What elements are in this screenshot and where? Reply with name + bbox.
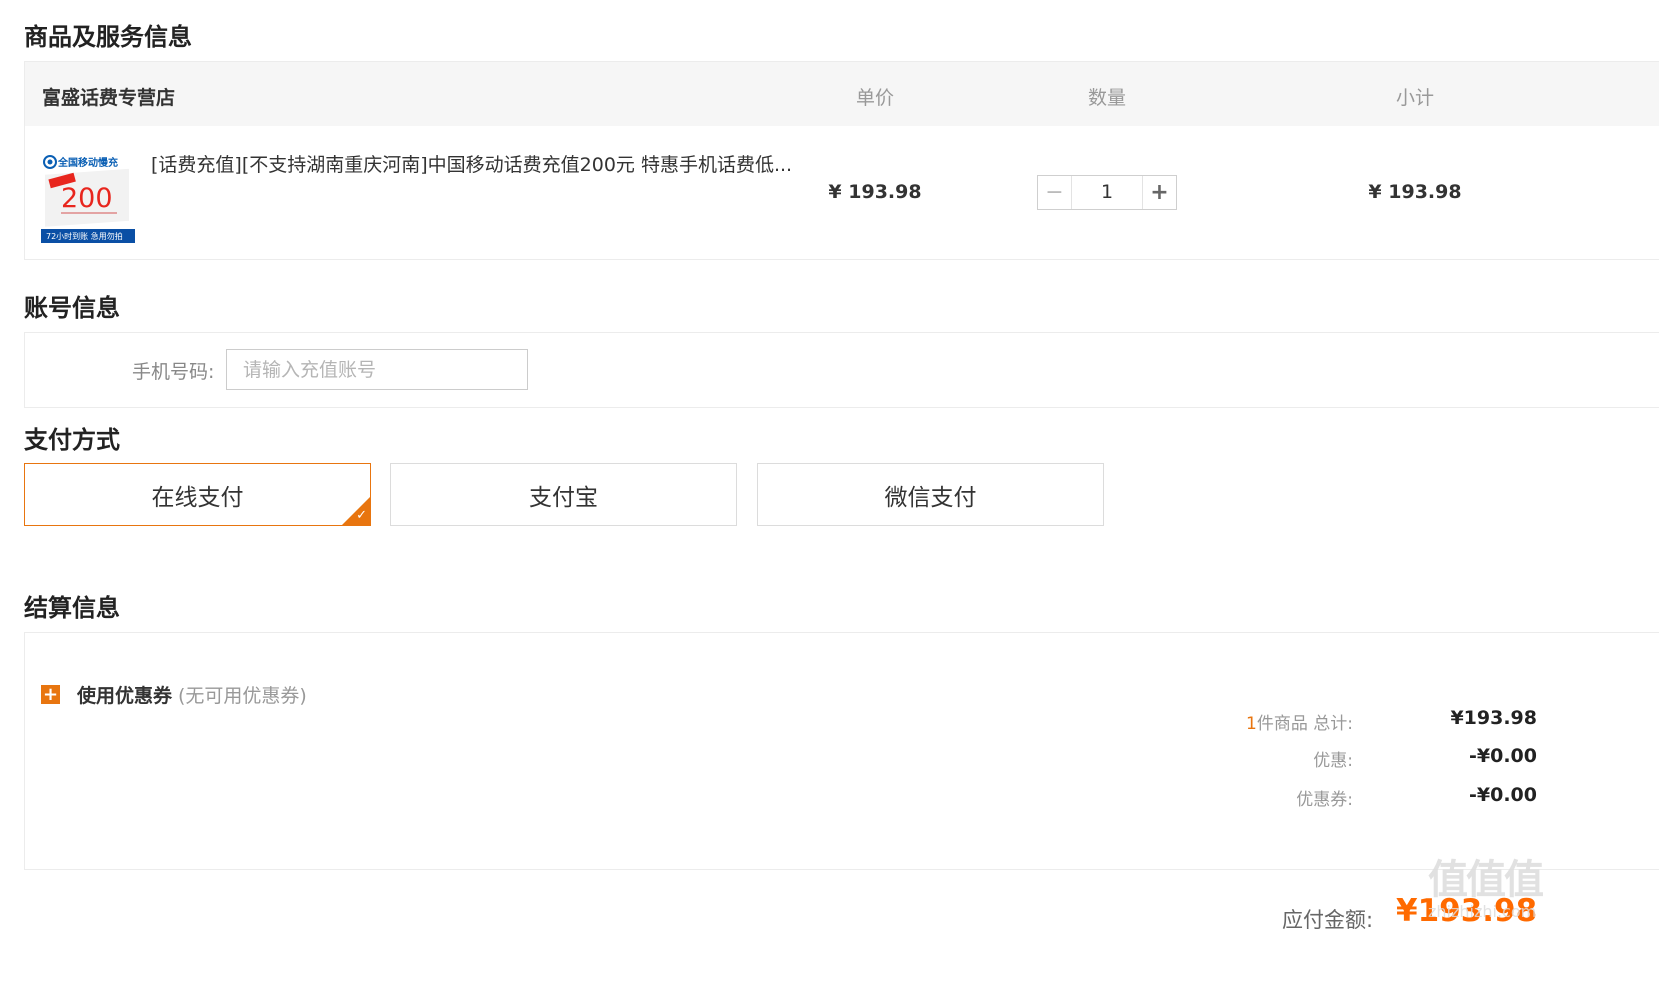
pay-option-wechat[interactable]: 微信支付 (757, 463, 1104, 526)
account-box: 手机号码: (24, 332, 1659, 408)
goods-table-header: 富盛话费专营店 单价 数量 小计 (25, 62, 1659, 126)
item-count: 1 (1246, 714, 1257, 734)
subtotal-header: 小计 (1395, 87, 1434, 109)
pay-option-alipay-label: 支付宝 (529, 484, 598, 511)
pay-option-online-label: 在线支付 (151, 484, 244, 511)
total-label-text: 件商品 总计: (1256, 714, 1353, 734)
product-thumbnail[interactable]: 全国移动慢充 200 72小时到账 急用勿拍 (41, 151, 135, 243)
plus-icon: + (41, 684, 60, 705)
goods-table: 富盛话费专营店 单价 数量 小计 全国移动慢充 200 72小时到账 急用勿拍 … (24, 61, 1659, 260)
quantity-input[interactable]: 1 (1071, 176, 1143, 209)
quantity-increase-button[interactable]: + (1143, 176, 1176, 209)
check-icon: ✓ (356, 508, 367, 523)
pay-option-online[interactable]: 在线支付 ✓ (24, 463, 371, 526)
phone-input[interactable] (226, 349, 528, 390)
product-name-link[interactable]: [话费充值][不支持湖南重庆河南]中国移动话费充值200元 特惠手机话费低... (151, 150, 792, 177)
total-label: 1件商品 总计: (1246, 709, 1353, 734)
watermark-text: 值值值 (1428, 857, 1544, 903)
account-section-title: 账号信息 (24, 294, 120, 322)
goods-row: 全国移动慢充 200 72小时到账 急用勿拍 [话费充值][不支持湖南重庆河南]… (25, 126, 1659, 260)
shop-name[interactable]: 富盛话费专营店 (42, 83, 175, 110)
coupon-discount-label: 优惠券: (1296, 790, 1353, 810)
subtotal: ¥ 193.98 (1368, 181, 1462, 203)
discount-value: -¥0.00 (1469, 745, 1537, 767)
coupon-note: (无可用优惠券) (178, 685, 307, 707)
quantity-header: 数量 (1087, 87, 1126, 109)
settlement-box: + 使用优惠券 (无可用优惠券) (24, 632, 1659, 870)
coupon-toggle[interactable]: + 使用优惠券 (无可用优惠券) (41, 681, 307, 708)
quantity-decrease-button[interactable]: − (1038, 176, 1071, 209)
settlement-section-title: 结算信息 (24, 594, 120, 622)
phone-label: 手机号码: (132, 361, 215, 383)
watermark-domain: zhizhizhi.com (1428, 902, 1537, 921)
payable-label: 应付金额: (1282, 908, 1374, 932)
unit-price: ¥ 193.98 (828, 181, 922, 203)
pay-option-alipay[interactable]: 支付宝 (390, 463, 737, 526)
pay-option-wechat-label: 微信支付 (884, 484, 977, 511)
unit-price-header: 单价 (855, 87, 894, 109)
payment-section-title: 支付方式 (24, 426, 120, 454)
thumb-tag-text: 72小时到账 急用勿拍 (46, 231, 123, 241)
watermark-logo: 值值值 zhizhizhi.com (1428, 858, 1559, 934)
discount-label: 优惠: (1313, 751, 1353, 771)
coupon-discount-value: -¥0.00 (1469, 784, 1537, 806)
coupon-label: 使用优惠券 (77, 685, 173, 707)
thumb-amount-text: 200 (61, 183, 113, 214)
goods-section-title: 商品及服务信息 (24, 23, 192, 51)
quantity-stepper: − 1 + (1037, 175, 1177, 210)
total-value: ¥193.98 (1450, 707, 1537, 729)
thumb-brand-text: 全国移动慢充 (57, 156, 118, 169)
